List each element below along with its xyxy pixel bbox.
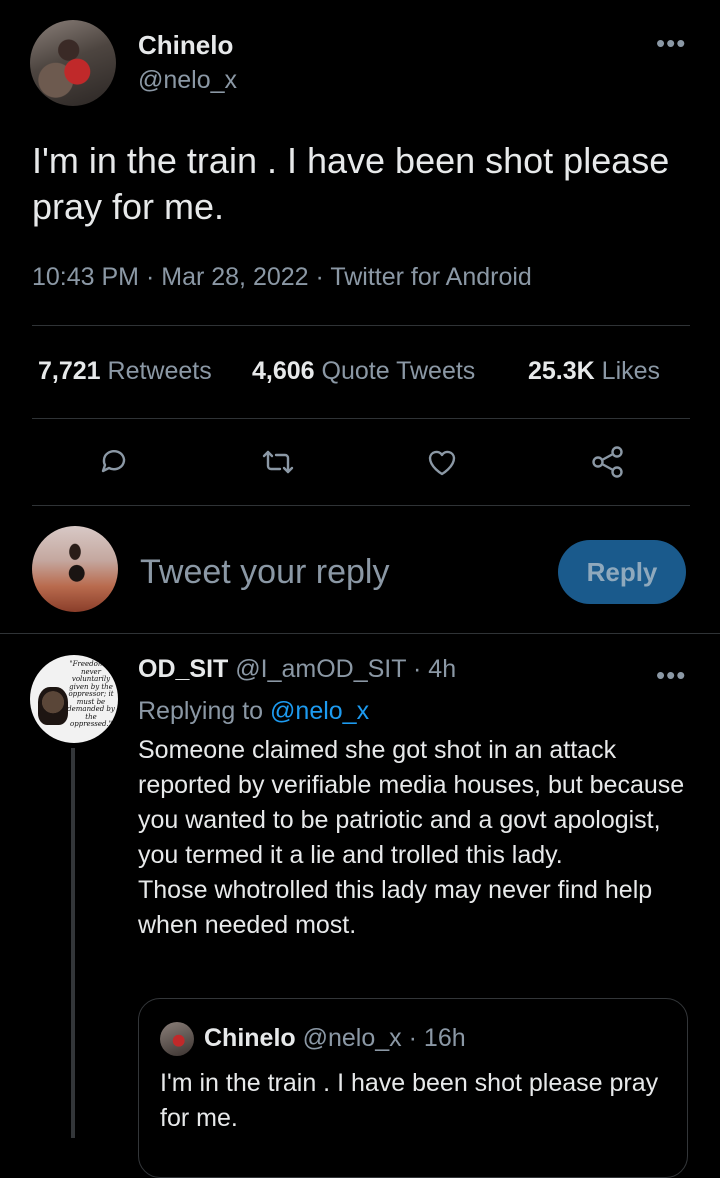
- likes-count: 25.3K: [528, 357, 595, 385]
- reply-button[interactable]: Reply: [558, 540, 686, 604]
- avatar-quote-text: "Freedom is never voluntarily given by t…: [67, 660, 115, 728]
- quoted-header: Chinelo @nelo_x · 16h: [204, 1024, 466, 1053]
- tweet-source[interactable]: Twitter for Android: [330, 263, 531, 291]
- meta-separator: ·: [315, 263, 331, 291]
- reply-author-avatar[interactable]: "Freedom is never voluntarily given by t…: [30, 655, 118, 743]
- quoted-author-avatar: [160, 1022, 194, 1056]
- retweet-icon[interactable]: [256, 440, 300, 484]
- reply-text-line: Someone claimed she got shot in an attac…: [138, 736, 685, 869]
- quoted-author-name: Chinelo: [204, 1024, 296, 1052]
- like-icon[interactable]: [420, 440, 464, 484]
- tweet-text: I'm in the train . I have been shot plea…: [32, 140, 670, 227]
- thread-line: [71, 748, 75, 1138]
- current-user-avatar[interactable]: [32, 526, 118, 612]
- replying-to: Replying to @nelo_x: [138, 697, 369, 726]
- quotes-count: 4,606: [252, 357, 315, 385]
- author-avatar[interactable]: [30, 20, 116, 106]
- quotes-label: Quote Tweets: [321, 357, 476, 385]
- likes-label: Likes: [601, 357, 661, 385]
- divider: [0, 633, 720, 634]
- author-name[interactable]: Chinelo: [138, 30, 233, 61]
- likes-stat[interactable]: 25.3K Likes: [528, 357, 660, 386]
- quoted-age: 16h: [423, 1024, 466, 1052]
- reply-text: Someone claimed she got shot in an attac…: [138, 733, 688, 943]
- reply-age[interactable]: 4h: [428, 655, 456, 683]
- retweets-stat[interactable]: 7,721 Retweets: [38, 357, 212, 386]
- replying-mention[interactable]: @nelo_x: [270, 697, 369, 725]
- reply-text-line: Those whotrolled this lady may never fin…: [138, 876, 653, 939]
- divider: [32, 418, 690, 419]
- divider: [32, 505, 690, 506]
- retweets-count: 7,721: [38, 357, 101, 385]
- reply-author-handle[interactable]: @I_amOD_SIT: [235, 655, 406, 683]
- retweets-label: Retweets: [107, 357, 212, 385]
- comment-icon[interactable]: [92, 440, 136, 484]
- reply-input[interactable]: Tweet your reply: [140, 553, 389, 592]
- quoted-author-handle: @nelo_x: [302, 1024, 402, 1052]
- tweet-date[interactable]: Mar 28, 2022: [161, 263, 308, 291]
- meta-separator: ·: [408, 1024, 424, 1052]
- meta-separator: ·: [145, 263, 162, 291]
- avatar-portrait: [38, 687, 68, 725]
- share-icon[interactable]: [586, 440, 630, 484]
- quote-tweets-stat[interactable]: 4,606 Quote Tweets: [252, 357, 475, 386]
- divider: [32, 325, 690, 326]
- quoted-text: I'm in the train . I have been shot plea…: [160, 1069, 659, 1132]
- author-handle[interactable]: @nelo_x: [138, 66, 237, 95]
- more-options-icon[interactable]: •••: [656, 28, 686, 59]
- replying-prefix: Replying to: [138, 697, 264, 725]
- reply-header: OD_SIT @I_amOD_SIT · 4h: [138, 655, 456, 684]
- meta-separator: ·: [413, 655, 429, 683]
- reply-more-options-icon[interactable]: •••: [656, 660, 686, 691]
- tweet-time[interactable]: 10:43 PM: [32, 263, 139, 291]
- reply-author-name[interactable]: OD_SIT: [138, 655, 228, 683]
- tweet-meta: 10:43 PM · Mar 28, 2022 · Twitter for An…: [32, 263, 532, 292]
